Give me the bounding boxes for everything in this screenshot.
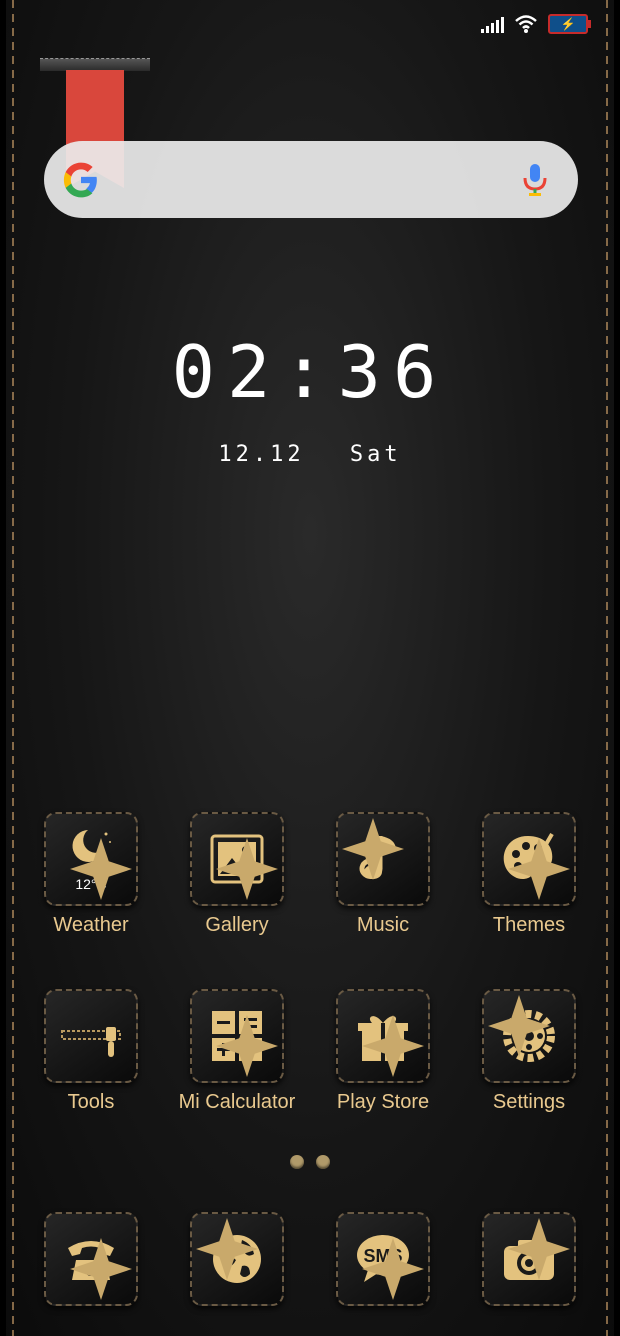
zipper-icon bbox=[44, 989, 138, 1083]
app-label: Music bbox=[356, 914, 410, 936]
app-music[interactable]: Music bbox=[310, 812, 456, 937]
sparkle-icon bbox=[508, 1218, 570, 1280]
charging-bolt-icon: ⚡ bbox=[560, 17, 576, 31]
music-note-icon bbox=[336, 812, 430, 906]
app-label: Weather bbox=[53, 914, 129, 936]
sparkle-icon bbox=[508, 838, 570, 900]
app-label: Settings bbox=[492, 1091, 566, 1113]
sparkle-icon bbox=[342, 818, 404, 880]
leather-edge-right bbox=[614, 0, 620, 1336]
date-value: 12.12 bbox=[218, 442, 305, 467]
gear-icon bbox=[482, 989, 576, 1083]
app-settings[interactable]: Settings bbox=[456, 989, 602, 1114]
page-dot[interactable] bbox=[290, 1155, 304, 1169]
app-row-2: Tools Mi Calculator Play Store Settings bbox=[18, 989, 620, 1114]
page-indicator[interactable] bbox=[0, 1155, 620, 1169]
sparkle-icon bbox=[362, 1238, 424, 1300]
sms-icon: SMS bbox=[336, 1212, 430, 1306]
app-play-store[interactable]: Play Store bbox=[310, 989, 456, 1114]
weather-moon-icon: 12°C bbox=[44, 812, 138, 906]
battery-icon: ⚡ bbox=[548, 14, 591, 34]
sparkle-icon bbox=[362, 1015, 424, 1077]
app-weather[interactable]: 12°C Weather bbox=[18, 812, 164, 937]
gift-icon bbox=[336, 989, 430, 1083]
camera-icon bbox=[482, 1212, 576, 1306]
dock-sms[interactable]: SMS bbox=[310, 1212, 456, 1306]
microphone-icon[interactable] bbox=[522, 163, 548, 197]
dock: SMS bbox=[18, 1212, 620, 1306]
google-search-bar[interactable] bbox=[44, 141, 578, 218]
leather-edge-left bbox=[0, 0, 6, 1336]
dock-phone[interactable] bbox=[18, 1212, 164, 1306]
app-mi-calculator[interactable]: Mi Calculator bbox=[164, 989, 310, 1114]
bookmark-strap bbox=[40, 58, 150, 71]
phone-icon bbox=[44, 1212, 138, 1306]
dock-browser[interactable] bbox=[164, 1212, 310, 1306]
palette-icon bbox=[482, 812, 576, 906]
clock-date[interactable]: 12.12 Sat bbox=[0, 442, 620, 467]
app-row-1: 12°C Weather Gallery Music Themes bbox=[18, 812, 620, 937]
calculator-icon bbox=[190, 989, 284, 1083]
app-label: Gallery bbox=[205, 914, 269, 936]
weekday-value: Sat bbox=[349, 442, 402, 467]
google-logo-icon bbox=[63, 162, 97, 197]
sparkle-icon bbox=[216, 838, 278, 900]
stitching-left bbox=[12, 0, 14, 1336]
sparkle-icon bbox=[70, 1238, 132, 1300]
app-label: Mi Calculator bbox=[178, 1091, 296, 1113]
sparkle-icon bbox=[196, 1218, 258, 1280]
globe-icon bbox=[190, 1212, 284, 1306]
app-label: Tools bbox=[67, 1091, 115, 1113]
sparkle-icon bbox=[70, 838, 132, 900]
page-dot[interactable] bbox=[316, 1155, 330, 1169]
status-bar: ⚡ bbox=[481, 14, 591, 34]
dock-camera[interactable] bbox=[456, 1212, 602, 1306]
wifi-icon bbox=[515, 15, 537, 33]
app-gallery[interactable]: Gallery bbox=[164, 812, 310, 937]
app-label: Play Store bbox=[336, 1091, 430, 1113]
clock-time[interactable]: 02:36 bbox=[0, 330, 620, 414]
stitching-right bbox=[606, 0, 608, 1336]
gallery-icon bbox=[190, 812, 284, 906]
app-themes[interactable]: Themes bbox=[456, 812, 602, 937]
sparkle-icon bbox=[216, 1015, 278, 1077]
sparkle-icon bbox=[488, 995, 550, 1057]
app-label: Themes bbox=[492, 914, 566, 936]
signal-icon bbox=[481, 15, 504, 33]
app-tools[interactable]: Tools bbox=[18, 989, 164, 1114]
